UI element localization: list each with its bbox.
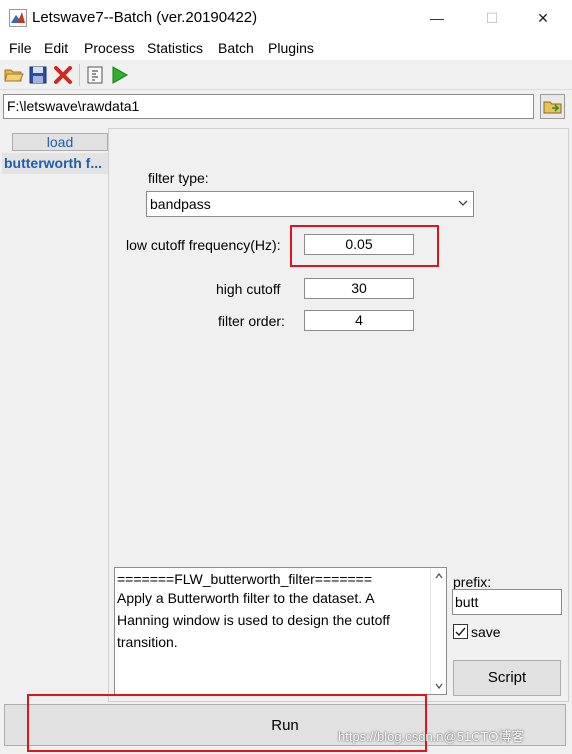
delete-x-icon[interactable] [53, 65, 73, 85]
menu-edit[interactable]: Edit [44, 40, 68, 56]
filter-order-input[interactable]: 4 [304, 310, 414, 331]
menu-bar: File Edit Process Statistics Batch Plugi… [0, 36, 572, 60]
browse-button[interactable] [540, 94, 565, 119]
description-scrollbar[interactable] [430, 568, 446, 694]
minimize-button[interactable]: — [414, 0, 460, 36]
script-button[interactable]: Script [453, 660, 561, 696]
description-header: =======FLW_butterworth_filter======= [117, 571, 373, 587]
prefix-label: prefix: [453, 574, 492, 590]
save-checkbox[interactable] [453, 624, 468, 639]
checkmark-icon [455, 627, 466, 637]
scroll-up-icon[interactable] [433, 570, 445, 582]
filter-order-label: filter order: [218, 313, 285, 329]
description-text: Apply a Butterworth filter to the datase… [117, 590, 390, 650]
prefix-input[interactable]: butt [452, 589, 562, 615]
run-play-icon[interactable] [109, 65, 129, 85]
chevron-down-icon[interactable] [456, 196, 470, 210]
menu-plugins[interactable]: Plugins [268, 40, 314, 56]
open-folder-icon[interactable] [4, 65, 24, 85]
browse-folder-icon [543, 101, 562, 114]
save-label: save [471, 624, 501, 640]
toolbar-divider [79, 64, 80, 86]
load-button[interactable]: load [12, 133, 108, 151]
window-title: Letswave7--Batch (ver.20190422) [32, 9, 258, 26]
menu-file[interactable]: File [9, 40, 32, 56]
filter-type-label: filter type: [148, 170, 209, 186]
left-panel [0, 128, 108, 700]
menu-process[interactable]: Process [84, 40, 135, 56]
menu-batch[interactable]: Batch [218, 40, 254, 56]
matlab-app-icon [9, 9, 27, 27]
low-cutoff-label: low cutoff frequency(Hz): [126, 237, 281, 253]
watermark: https://blog.csdn.n@51CTO博客 [338, 729, 525, 744]
script-icon[interactable] [85, 65, 105, 85]
save-disk-icon[interactable] [28, 65, 48, 85]
maximize-button[interactable]: ☐ [469, 0, 515, 36]
close-button[interactable]: ✕ [520, 0, 566, 36]
filter-type-select[interactable]: bandpass [146, 191, 474, 217]
scroll-down-icon[interactable] [433, 680, 445, 692]
highlight-box-low-cutoff [290, 225, 439, 267]
high-cutoff-input[interactable]: 30 [304, 278, 414, 299]
path-field[interactable]: F:\letswave\rawdata1 [3, 94, 534, 119]
menu-statistics[interactable]: Statistics [147, 40, 203, 56]
step-list-item[interactable]: butterworth f... [2, 153, 108, 174]
toolbar [0, 60, 572, 90]
high-cutoff-label: high cutoff [216, 281, 281, 297]
